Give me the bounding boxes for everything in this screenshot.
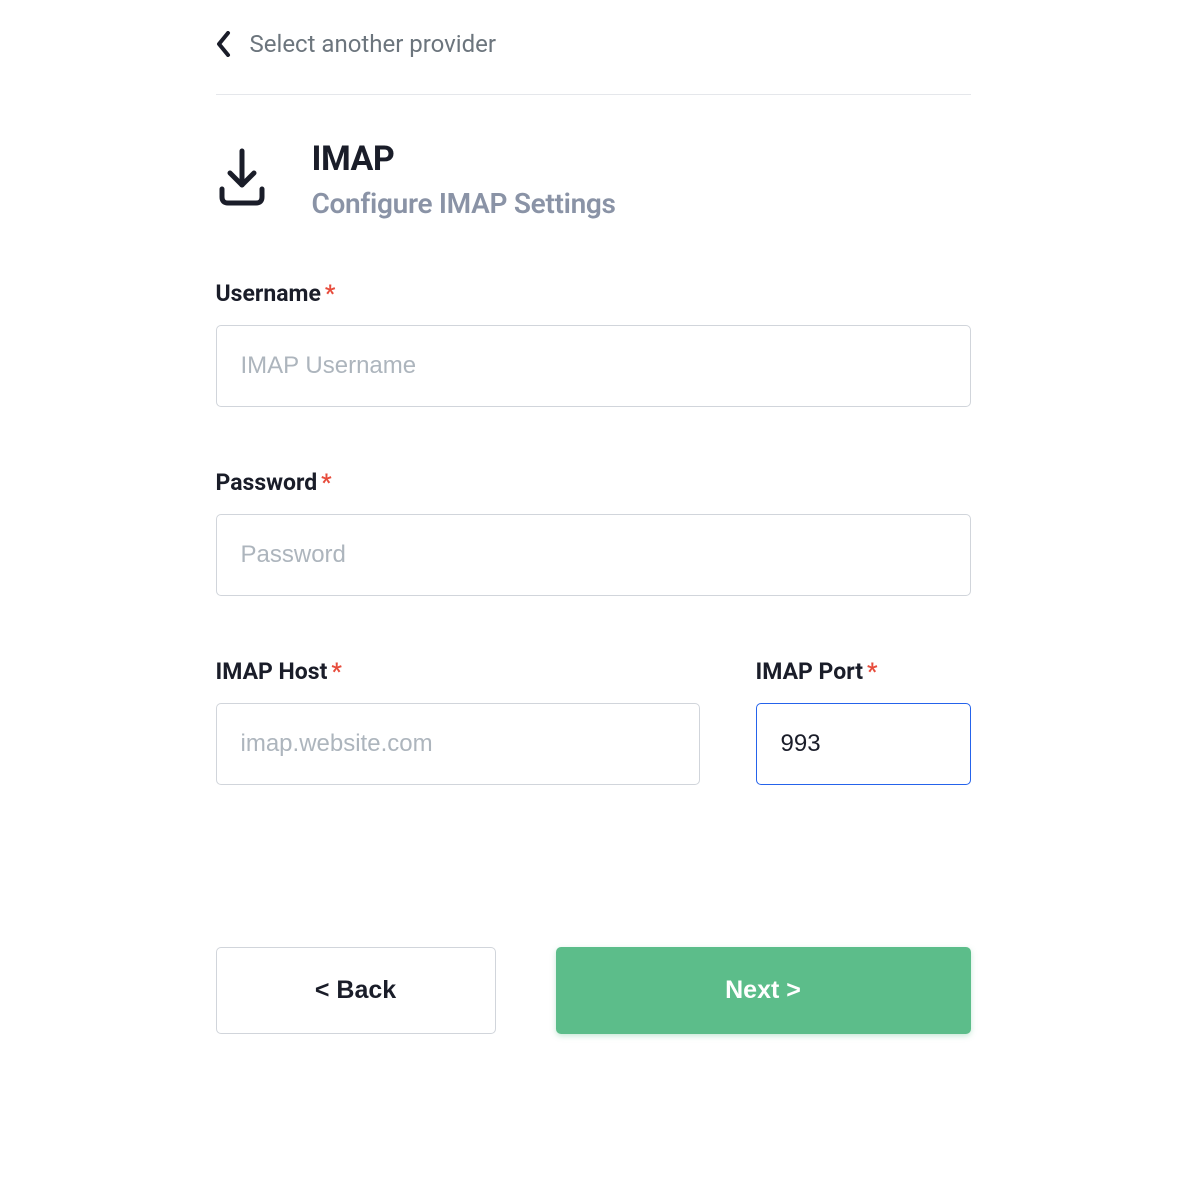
required-marker: * bbox=[331, 658, 341, 685]
password-input[interactable] bbox=[216, 514, 971, 596]
back-button[interactable]: < Back bbox=[216, 947, 496, 1034]
page-title: IMAP bbox=[312, 139, 616, 179]
page-header: IMAP Configure IMAP Settings bbox=[216, 95, 971, 280]
username-label: Username* bbox=[216, 280, 971, 307]
back-link-label: Select another provider bbox=[250, 30, 497, 58]
page-subtitle: Configure IMAP Settings bbox=[312, 187, 616, 220]
port-input[interactable] bbox=[756, 703, 971, 785]
password-label: Password* bbox=[216, 469, 971, 496]
required-marker: * bbox=[321, 469, 331, 496]
download-icon bbox=[216, 147, 268, 207]
required-marker: * bbox=[867, 658, 877, 685]
username-input[interactable] bbox=[216, 325, 971, 407]
port-label: IMAP Port* bbox=[756, 658, 971, 685]
chevron-left-icon bbox=[216, 31, 232, 57]
required-marker: * bbox=[325, 280, 335, 307]
host-label: IMAP Host* bbox=[216, 658, 700, 685]
select-another-provider-link[interactable]: Select another provider bbox=[216, 30, 971, 95]
next-button[interactable]: Next > bbox=[556, 947, 971, 1034]
host-input[interactable] bbox=[216, 703, 700, 785]
